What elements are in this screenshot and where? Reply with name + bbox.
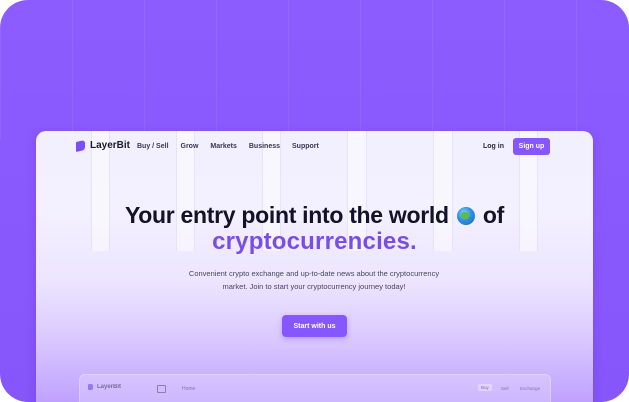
layerbit-logo-icon bbox=[88, 384, 93, 390]
nav-link-grow[interactable]: Grow bbox=[181, 143, 199, 150]
nav-link-markets[interactable]: Markets bbox=[210, 143, 236, 150]
hero-headline: Your entry point into the world of bbox=[36, 202, 593, 229]
nav-link-buy-sell[interactable]: Buy / Sell bbox=[137, 143, 169, 150]
hero-headline-accent: cryptocurrencies. bbox=[212, 228, 417, 255]
preview-brand-name: LayerBit bbox=[97, 384, 122, 390]
dashboard-preview: LayerBit Home Buy Sell Exchange bbox=[79, 374, 551, 402]
start-with-us-button[interactable]: Start with us bbox=[282, 315, 347, 337]
preview-tab-exchange: Exchange bbox=[520, 386, 541, 391]
hero-subtitle: Convenient crypto exchange and up-to-dat… bbox=[154, 267, 474, 293]
brand-logo[interactable]: LayerBit bbox=[76, 139, 131, 152]
signup-button[interactable]: Sign up bbox=[513, 138, 550, 155]
nav-link-business[interactable]: Business bbox=[249, 143, 280, 150]
hero-subtitle-line: market. Join to start your cryptocurrenc… bbox=[222, 282, 406, 291]
background-grid-lines bbox=[0, 0, 629, 140]
preview-tab-sell: Sell bbox=[501, 386, 509, 391]
layerbit-logo-icon bbox=[76, 139, 85, 152]
hero-subtitle-line: Convenient crypto exchange and up-to-dat… bbox=[188, 269, 440, 278]
login-link[interactable]: Log in bbox=[483, 143, 504, 150]
sidebar-panel-icon bbox=[157, 385, 166, 393]
hero-headline-end: of bbox=[482, 202, 505, 228]
preview-tab-buy: Buy bbox=[478, 384, 492, 391]
hero-headline-start: Your entry point into the world bbox=[124, 202, 449, 228]
app-frame: LayerBit Buy / Sell Grow Markets Busines… bbox=[0, 0, 629, 402]
top-navigation: LayerBit Buy / Sell Grow Markets Busines… bbox=[36, 131, 593, 163]
preview-home-label: Home bbox=[182, 386, 196, 392]
brand-name: LayerBit bbox=[90, 140, 131, 151]
landing-page-window: LayerBit Buy / Sell Grow Markets Busines… bbox=[36, 131, 593, 402]
preview-brand-logo: LayerBit bbox=[88, 384, 121, 390]
globe-icon bbox=[456, 207, 475, 225]
nav-link-support[interactable]: Support bbox=[292, 143, 319, 150]
nav-links: Buy / Sell Grow Markets Business Support bbox=[137, 143, 331, 150]
